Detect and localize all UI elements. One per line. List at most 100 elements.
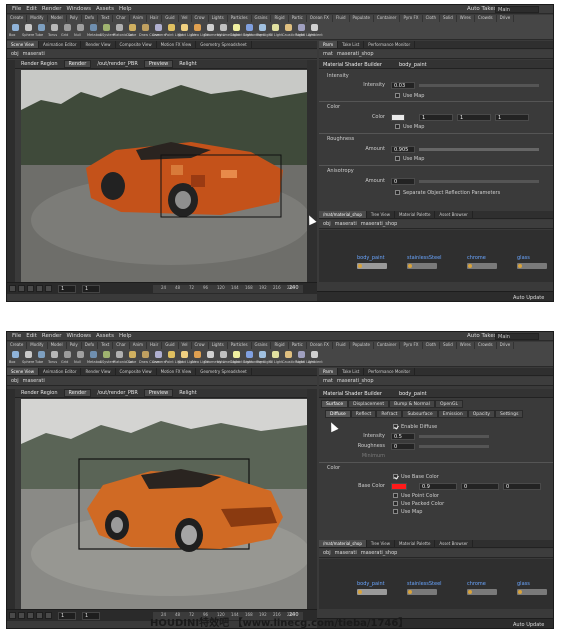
shelf-tool[interactable]: LSystem xyxy=(100,350,115,366)
shelf-tab[interactable]: Wires xyxy=(457,15,475,22)
shelf-tool[interactable]: Null xyxy=(74,350,86,366)
shelf-tool[interactable]: Caustic Light xyxy=(282,350,305,366)
path-mat[interactable]: mat xyxy=(323,378,333,384)
tab-geometry-spreadsheet[interactable]: Geometry Spreadsheet xyxy=(196,41,252,48)
shelf-tool[interactable]: Metaball xyxy=(87,350,102,366)
shelf-tool[interactable]: GI Light xyxy=(269,23,283,39)
shelf-tab[interactable]: Modify xyxy=(27,15,48,22)
shelf-tab[interactable]: Char xyxy=(113,342,130,349)
menu-file[interactable]: File xyxy=(12,6,21,12)
shelf-tool[interactable]: Metaball xyxy=(87,23,102,39)
tab-composite-view[interactable]: Composite View xyxy=(116,41,157,48)
tab-parm[interactable]: Parm xyxy=(319,368,339,375)
shelf-tab[interactable]: Lights xyxy=(209,342,228,349)
tab-bump-normal[interactable]: Bump & Normal xyxy=(389,400,435,408)
menu-windows[interactable]: Windows xyxy=(66,6,91,12)
shelf-tool[interactable]: Draw Curve xyxy=(139,23,160,39)
roughness-field[interactable]: 0.905 xyxy=(391,146,415,153)
shelf-tool[interactable]: Volume Light xyxy=(217,350,240,366)
start-frame-field[interactable]: 1 xyxy=(82,284,100,293)
roughness-slider[interactable] xyxy=(419,148,539,151)
shelf-tab[interactable]: Anim xyxy=(130,15,147,22)
tab-animation-editor[interactable]: Animation Editor xyxy=(39,41,82,48)
tab-render-view[interactable]: Render View xyxy=(81,41,116,48)
color-b-field[interactable]: 1 xyxy=(495,114,529,121)
node-body-paint[interactable] xyxy=(357,263,387,269)
shelf-tab[interactable]: Rigid xyxy=(271,15,289,22)
tab-motion-fx-view[interactable]: Motion FX View xyxy=(157,41,197,48)
diffuse-intensity-field[interactable]: 0.5 xyxy=(391,433,415,440)
base-color-r-field[interactable]: 0.9 xyxy=(419,483,457,490)
shelf-tab[interactable]: Fluid xyxy=(333,15,350,22)
prev-frame-button[interactable] xyxy=(18,285,25,292)
shelf-tool[interactable]: LSystem xyxy=(100,23,115,39)
shelf-tab[interactable]: Cloth xyxy=(423,342,441,349)
shelf-tool[interactable]: Spot Light xyxy=(178,350,196,366)
shelf-tab[interactable]: Partic xyxy=(289,342,307,349)
shelf-tool[interactable]: Ambient xyxy=(308,350,323,366)
shelf-tab[interactable]: Particles xyxy=(228,342,252,349)
tab-reflect[interactable]: Reflect xyxy=(350,410,377,418)
shelf-tab[interactable]: Crowds xyxy=(475,342,497,349)
shelf-tab[interactable]: Vel xyxy=(179,15,192,22)
menu-file[interactable]: File xyxy=(12,333,21,339)
shelf-tool[interactable]: Draw Curve xyxy=(139,350,160,366)
tab-material-palette[interactable]: Material Palette xyxy=(395,540,436,547)
menu-edit[interactable]: Edit xyxy=(26,333,37,339)
auto-takes-button[interactable]: Auto Takes xyxy=(467,333,497,339)
shelf-tool[interactable]: Box xyxy=(9,350,21,366)
node-name[interactable]: body_paint xyxy=(399,62,427,68)
shelf-tab[interactable]: Partic xyxy=(289,15,307,22)
left-toolbar[interactable] xyxy=(7,389,15,609)
play-button[interactable] xyxy=(36,285,43,292)
shelf-tab[interactable]: Rigid xyxy=(271,342,289,349)
shelf-tool[interactable]: Point Light xyxy=(165,350,184,366)
intensity-field[interactable]: 0.03 xyxy=(391,82,415,89)
net-path-maserati[interactable]: maserati xyxy=(335,221,357,227)
node-glass[interactable] xyxy=(517,263,547,269)
tab-motion-fx-view[interactable]: Motion FX View xyxy=(157,368,197,375)
node-chrome[interactable] xyxy=(467,589,497,595)
diffuse-roughness-field[interactable]: 0 xyxy=(391,443,415,450)
desktop-select[interactable]: Main xyxy=(495,6,539,13)
shelf-tool[interactable]: Sphere xyxy=(22,23,34,39)
intensity-slider[interactable] xyxy=(419,84,539,87)
tab-performance-monitor[interactable]: Performance Monitor xyxy=(364,41,416,48)
shelf-tab[interactable]: Guid xyxy=(162,342,179,349)
net-path-obj[interactable]: obj xyxy=(323,550,331,556)
shelf-tool[interactable]: Distant Light xyxy=(230,350,252,366)
net-path-maserati[interactable]: maserati xyxy=(335,550,357,556)
shelf-tab[interactable]: Ocean FX xyxy=(307,342,333,349)
shelf-tool[interactable]: Grid xyxy=(61,23,73,39)
shelf-tab[interactable]: Drive xyxy=(497,15,515,22)
menu-assets[interactable]: Assets xyxy=(96,6,114,12)
shelf-tool[interactable]: Point Light xyxy=(165,23,184,39)
shelf-tool[interactable]: Platonic Sol xyxy=(113,350,133,366)
tab-take-list[interactable]: Take List xyxy=(338,368,365,375)
shelf-tool[interactable]: Tube xyxy=(35,350,47,366)
shelf-tab[interactable]: Crow xyxy=(192,15,209,22)
shelf-tab[interactable]: Solid xyxy=(440,342,457,349)
tab-settings[interactable]: Settings xyxy=(495,410,524,418)
intensity-use-map-checkbox[interactable] xyxy=(395,93,400,98)
stop-button[interactable] xyxy=(27,285,34,292)
render-node[interactable]: /out/render_PBR xyxy=(97,390,137,396)
shelf-tab[interactable]: Model xyxy=(48,15,67,22)
shelf-tab[interactable]: Crow xyxy=(192,342,209,349)
net-path-obj[interactable]: obj xyxy=(323,221,331,227)
shelf-tab[interactable]: Wires xyxy=(457,342,475,349)
shelf-tool[interactable]: Platonic Sol xyxy=(113,23,133,39)
frame-field[interactable]: 1 xyxy=(58,284,76,293)
menu-help[interactable]: Help xyxy=(119,333,132,339)
tab-take-list[interactable]: Take List xyxy=(338,41,365,48)
shelf-tool[interactable]: Portal Light xyxy=(295,350,315,366)
auto-update-select[interactable]: Auto Update xyxy=(513,295,544,301)
left-toolbar[interactable] xyxy=(7,60,15,282)
tab-refract[interactable]: Refract xyxy=(376,410,403,418)
shelf-tab[interactable]: Fluid xyxy=(333,342,350,349)
shelf-tool[interactable]: Area Light xyxy=(191,23,209,39)
shelf-tab[interactable]: Hair xyxy=(147,15,163,22)
shelf-tool[interactable]: Spot Light xyxy=(178,23,196,39)
diffuse-intensity-slider[interactable] xyxy=(419,435,489,438)
network-editor[interactable]: body_paint stainlessSteel chrome glass xyxy=(319,559,553,609)
